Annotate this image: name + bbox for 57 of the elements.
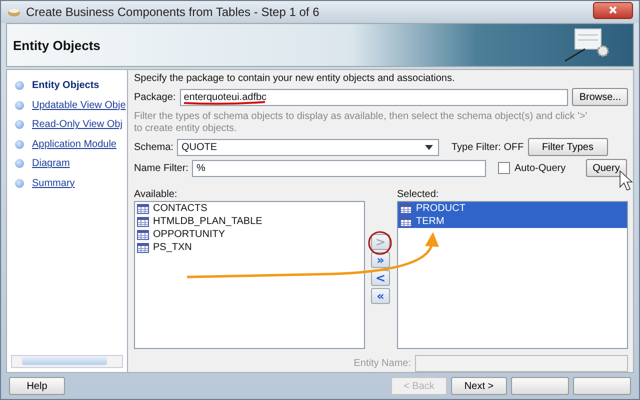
list-item[interactable]: HTMLDB_PLAN_TABLE bbox=[135, 215, 364, 228]
dropdown-arrow-icon bbox=[425, 144, 434, 150]
checkbox[interactable] bbox=[498, 162, 510, 174]
name-filter-field[interactable]: % bbox=[192, 160, 486, 176]
step-link[interactable]: Summary bbox=[32, 178, 75, 189]
window-title: Create Business Components from Tables - Step 1 of 6 bbox=[26, 5, 320, 19]
horizontal-scrollbar[interactable] bbox=[11, 355, 123, 368]
step-dot-icon bbox=[15, 100, 24, 110]
step-link[interactable]: Application Module bbox=[32, 138, 116, 150]
step-link[interactable]: Read-Only View Obj bbox=[32, 119, 122, 130]
list-item[interactable]: OPPORTUNITY bbox=[135, 228, 364, 241]
checkbox-label: Auto-Query bbox=[514, 162, 566, 174]
field-label: Name Filter: bbox=[134, 162, 188, 174]
table-icon bbox=[137, 242, 149, 252]
help-button[interactable]: Help bbox=[9, 377, 65, 395]
move-button[interactable]: < bbox=[371, 270, 390, 286]
move-button[interactable]: « bbox=[371, 288, 390, 304]
nav-button[interactable]: Next > bbox=[451, 377, 507, 395]
field-label: Package: bbox=[134, 92, 176, 102]
dialog-button[interactable] bbox=[511, 377, 569, 395]
list-item[interactable]: PS_TXN bbox=[135, 241, 364, 254]
dialog-button[interactable] bbox=[573, 377, 631, 395]
page-title: Entity Objects bbox=[13, 38, 100, 52]
cup-icon bbox=[7, 6, 21, 18]
instruction-text: Specify the package to contain your new entity objects and associations. bbox=[134, 73, 456, 85]
field-label: Schema: bbox=[134, 142, 174, 152]
close-button[interactable] bbox=[593, 2, 633, 18]
instruction-text: Filter the types of schema objects to display as available, then select the schema object(s) and click '>' to create entity objects. bbox=[134, 111, 588, 135]
step-link[interactable]: Diagram bbox=[32, 158, 70, 170]
table-icon bbox=[137, 230, 149, 240]
table-icon bbox=[400, 216, 412, 226]
close-icon bbox=[608, 5, 618, 15]
list-item[interactable]: CONTACTS bbox=[135, 202, 364, 215]
package-field[interactable]: enterquoteui.adfbc bbox=[180, 88, 568, 106]
browse-button[interactable]: Browse... bbox=[572, 88, 628, 106]
step-dot-icon bbox=[15, 81, 24, 90]
type-filter-status: Type Filter: OFF bbox=[451, 142, 524, 152]
pointer-icon bbox=[620, 170, 634, 190]
step-dot-icon bbox=[15, 178, 24, 188]
field-label: Entity Name: bbox=[354, 358, 411, 368]
filter-types-button[interactable]: Filter Types bbox=[528, 138, 608, 156]
step-link[interactable]: Updatable View Obje bbox=[32, 100, 126, 111]
list-item[interactable]: PRODUCT bbox=[398, 202, 627, 215]
move-button[interactable]: » bbox=[371, 252, 390, 268]
step-dot-icon bbox=[15, 120, 24, 130]
schema-dropdown[interactable]: QUOTE bbox=[177, 138, 440, 156]
step-dot-icon bbox=[15, 159, 24, 168]
list-item[interactable]: TERM bbox=[398, 215, 627, 228]
step-dot-icon bbox=[15, 140, 24, 149]
circle-mark bbox=[368, 231, 392, 255]
table-icon bbox=[400, 204, 412, 214]
table-icon bbox=[137, 216, 149, 226]
step-link[interactable]: Entity Objects bbox=[32, 80, 100, 92]
list-label: Selected: bbox=[397, 189, 440, 200]
query-button[interactable]: Query bbox=[586, 159, 627, 177]
list-label: Available: bbox=[134, 189, 178, 200]
table-icon bbox=[137, 204, 149, 214]
